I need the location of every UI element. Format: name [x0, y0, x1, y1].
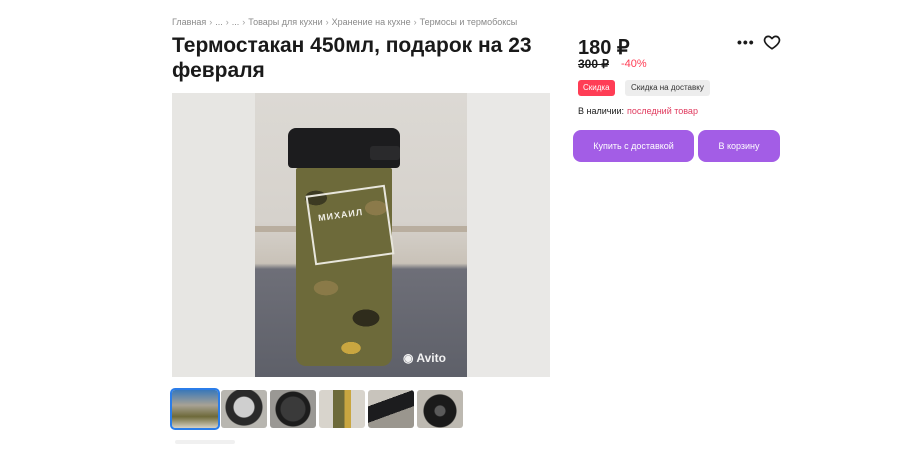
thumbnail-3[interactable] [270, 390, 316, 428]
breadcrumb-separator: › [242, 17, 246, 27]
breadcrumb-kitchen-storage[interactable]: Хранение на кухне [332, 17, 411, 27]
breadcrumb-separator: › [325, 17, 329, 27]
product-title: Термостакан 450мл, подарок на 23 февраля [172, 34, 532, 82]
avito-watermark: ◉ Avito [403, 351, 446, 365]
thumbnail-4[interactable] [319, 390, 365, 428]
breadcrumb-item[interactable]: ... [215, 17, 223, 27]
delivery-sale-badge: Скидка на доставку [625, 80, 710, 96]
availability-value[interactable]: последний товар [627, 106, 698, 116]
thermo-cup: МИХАИЛ [288, 128, 400, 366]
availability-label: В наличии: [578, 106, 625, 116]
content-placeholder [175, 440, 235, 444]
gallery-main-image[interactable]: МИХАИЛ ◉ Avito [172, 93, 550, 377]
cup-emblem [305, 184, 395, 266]
breadcrumb-home[interactable]: Главная [172, 17, 206, 27]
availability: В наличии: последний товар [578, 106, 698, 116]
product-photo: МИХАИЛ ◉ Avito [255, 93, 467, 377]
thumbnail-6[interactable] [417, 390, 463, 428]
heart-icon[interactable] [763, 33, 781, 51]
discount-percent: -40% [621, 58, 647, 70]
breadcrumb-separator: › [209, 17, 213, 27]
thumbnail-5[interactable] [368, 390, 414, 428]
buy-with-delivery-button[interactable]: Купить с доставкой [573, 130, 694, 162]
breadcrumb-separator: › [413, 17, 417, 27]
cup-lid-tab [370, 146, 400, 160]
gallery-backdrop-left [172, 93, 257, 377]
gallery-backdrop-right [465, 93, 550, 377]
product-old-price: 300 ₽ [578, 57, 609, 71]
breadcrumb-thermoses[interactable]: Термосы и термобоксы [420, 17, 518, 27]
breadcrumb-item[interactable]: ... [232, 17, 240, 27]
breadcrumb-separator: › [225, 17, 229, 27]
add-to-cart-button[interactable]: В корзину [698, 130, 780, 162]
sale-badge: Скидка [578, 80, 615, 96]
thumbnail-2[interactable] [221, 390, 267, 428]
more-dots-icon[interactable]: ••• [737, 34, 754, 50]
watermark-icon: ◉ [403, 351, 414, 365]
thumbnail-1[interactable] [170, 388, 220, 430]
watermark-text: Avito [416, 351, 446, 365]
breadcrumb-kitchen-goods[interactable]: Товары для кухни [248, 17, 322, 27]
breadcrumb: Главная ›... ›... › Товары для кухни › Хранени… [172, 17, 517, 27]
